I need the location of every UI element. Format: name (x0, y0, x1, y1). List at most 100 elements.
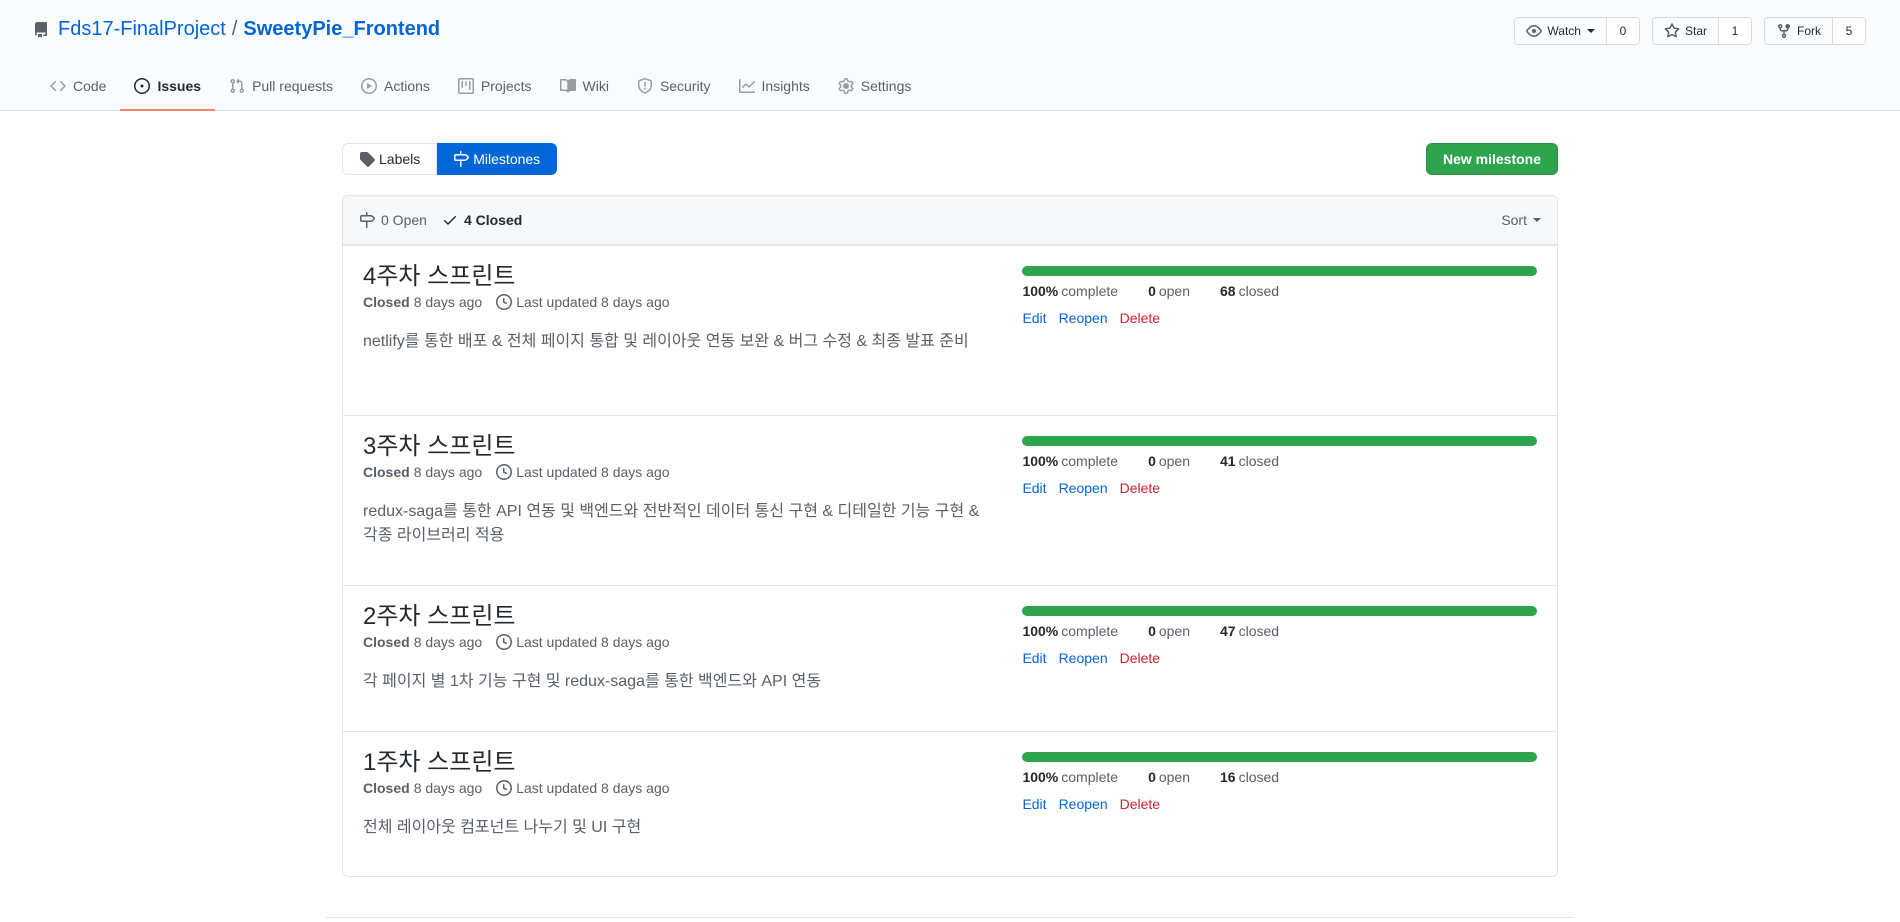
tab-insights-label: Insights (761, 78, 810, 94)
tab-issues-label: Issues (157, 78, 202, 94)
milestone-percent: 100% (1022, 623, 1059, 639)
milestone-title[interactable]: 4주차 스프린트 (363, 262, 1022, 292)
tab-wiki[interactable]: Wiki (546, 63, 623, 111)
milestones-tab[interactable]: Milestones (437, 143, 558, 175)
delete-link[interactable]: Delete (1120, 480, 1160, 496)
milestone-complete: 100% complete (1022, 769, 1133, 785)
milestone-open-count: 0 (1148, 623, 1156, 639)
tag-icon (360, 152, 375, 167)
milestone-actions: Edit Reopen Delete (1022, 650, 1537, 666)
open-filter[interactable]: 0 Open (359, 212, 427, 228)
tab-security[interactable]: Security (623, 63, 725, 111)
closed-filter[interactable]: 4 Closed (442, 212, 522, 228)
edit-link[interactable]: Edit (1022, 310, 1046, 326)
milestone-closed[interactable]: 47 closed (1220, 623, 1294, 639)
gear-icon (838, 78, 854, 94)
milestone-actions: Edit Reopen Delete (1022, 796, 1537, 812)
milestone-progress-bar (1022, 436, 1537, 446)
tab-actions[interactable]: Actions (347, 63, 444, 111)
reopen-link[interactable]: Reopen (1059, 796, 1108, 812)
milestone-item: 4주차 스프린트 Closed 8 days ago Last updated … (343, 245, 1557, 415)
milestone-closed-ago: 8 days ago (413, 780, 483, 796)
repo-header: Fds17-FinalProject / SweetyPie_Frontend … (0, 0, 1900, 111)
sort-dropdown[interactable]: Sort (1501, 212, 1541, 228)
open-filter-label: 0 Open (381, 212, 427, 228)
milestone-updated: Last updated 8 days ago (496, 464, 670, 480)
milestone-closed-count-label: closed (1238, 769, 1280, 785)
repo-name-link[interactable]: SweetyPie_Frontend (243, 18, 440, 41)
milestone-progress-section: 100% complete 0 open 41 closed Edit Reopen … (1022, 432, 1537, 585)
state-filter: 0 Open 4 Closed (359, 212, 537, 228)
subnav-links: Labels Milestones (342, 143, 558, 175)
milestone-closed-label: Closed (363, 294, 410, 310)
milestone-closed-count: 41 (1220, 453, 1236, 469)
reopen-link[interactable]: Reopen (1059, 650, 1108, 666)
edit-link[interactable]: Edit (1022, 480, 1046, 496)
subnav: Labels Milestones New milestone (342, 143, 1558, 175)
reopen-link[interactable]: Reopen (1059, 480, 1108, 496)
labels-tab[interactable]: Labels (342, 143, 438, 175)
star-button[interactable]: Star (1652, 18, 1719, 44)
milestone-closed-ago: 8 days ago (413, 294, 483, 310)
tab-pull-requests[interactable]: Pull requests (215, 63, 347, 111)
closed-filter-label: 4 Closed (463, 212, 523, 228)
tab-issues[interactable]: Issues (120, 63, 216, 111)
tab-insights[interactable]: Insights (725, 63, 824, 111)
milestone-progress-bar (1022, 606, 1537, 616)
star-count[interactable]: 1 (1719, 18, 1751, 44)
milestone-open[interactable]: 0 open (1148, 623, 1205, 639)
tab-projects[interactable]: Projects (444, 63, 546, 111)
edit-link[interactable]: Edit (1022, 650, 1046, 666)
milestone-closed[interactable]: 16 closed (1220, 769, 1294, 785)
tab-code[interactable]: Code (36, 63, 120, 111)
milestone-open-count: 0 (1148, 283, 1156, 299)
milestone-percent: 100% (1022, 453, 1059, 469)
repo-separator: / (231, 18, 238, 40)
milestone-closed-label: Closed (363, 464, 410, 480)
eye-icon (1526, 25, 1543, 37)
watch-button-group: Watch 0 (1514, 17, 1640, 45)
milestone-title[interactable]: 3주차 스프린트 (363, 432, 1022, 462)
repo-owner-link[interactable]: Fds17-FinalProject (58, 18, 226, 41)
milestone-stats: 100% complete 0 open 68 closed (1022, 283, 1537, 299)
tab-actions-label: Actions (384, 78, 430, 94)
milestone-progress-bar (1022, 266, 1537, 276)
fork-icon (1778, 24, 1790, 39)
watch-button[interactable]: Watch (1515, 18, 1607, 44)
milestone-progress-section: 100% complete 0 open 68 closed Edit Reopen … (1022, 262, 1537, 415)
new-milestone-button[interactable]: New milestone (1425, 143, 1558, 175)
milestone-percent: 100% (1022, 769, 1059, 785)
watch-count[interactable]: 0 (1606, 18, 1639, 44)
tab-projects-label: Projects (480, 78, 532, 94)
milestone-title[interactable]: 1주차 스프린트 (363, 748, 1022, 778)
star-label: Star (1684, 24, 1707, 38)
edit-link[interactable]: Edit (1022, 796, 1046, 812)
milestone-closed[interactable]: 41 closed (1220, 453, 1294, 469)
reopen-link[interactable]: Reopen (1059, 310, 1108, 326)
delete-link[interactable]: Delete (1120, 796, 1160, 812)
milestone-open[interactable]: 0 open (1148, 453, 1205, 469)
fork-button[interactable]: Fork (1765, 18, 1833, 44)
tab-pull-requests-label: Pull requests (252, 78, 333, 94)
tab-settings-label: Settings (860, 78, 912, 94)
milestone-complete: 100% complete (1022, 283, 1133, 299)
fork-button-group: Fork 5 (1764, 17, 1866, 45)
milestone-open[interactable]: 0 open (1148, 283, 1205, 299)
fork-count[interactable]: 5 (1833, 18, 1865, 44)
milestone-updated: Last updated 8 days ago (496, 294, 670, 310)
milestone-closed-count: 47 (1220, 623, 1236, 639)
milestone-closed[interactable]: 68 closed (1220, 283, 1294, 299)
delete-link[interactable]: Delete (1120, 310, 1160, 326)
milestone-complete-label: complete (1061, 769, 1119, 785)
milestone-description: 각 페이지 별 1차 기능 구현 및 redux-saga를 통한 백엔드와 A… (363, 673, 822, 690)
milestone-title[interactable]: 2주차 스프린트 (363, 602, 1022, 632)
tab-settings[interactable]: Settings (824, 63, 926, 111)
milestone-open[interactable]: 0 open (1148, 769, 1205, 785)
clock-icon (496, 634, 513, 650)
milestone-complete: 100% complete (1022, 623, 1133, 639)
shield-icon (637, 78, 652, 94)
milestone-progress-section: 100% complete 0 open 47 closed Edit Reopen … (1022, 602, 1537, 731)
milestone-progress-fill (1022, 436, 1537, 446)
milestone-progress-fill (1022, 752, 1537, 762)
delete-link[interactable]: Delete (1120, 650, 1160, 666)
